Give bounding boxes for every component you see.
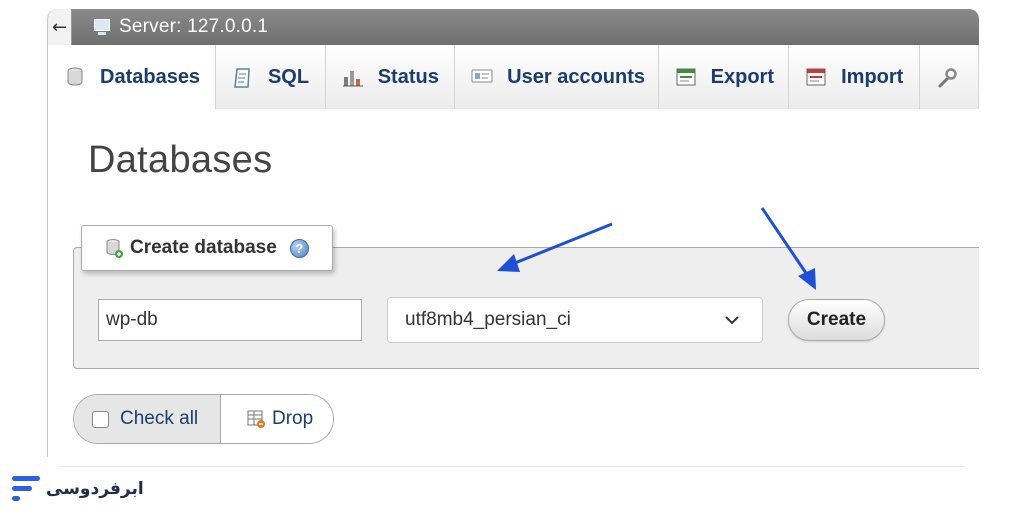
create-database-legend: Create database ? <box>81 225 333 271</box>
drop-table-icon <box>246 409 266 429</box>
sql-icon <box>232 67 254 88</box>
drop-label: Drop <box>272 408 314 429</box>
legend-label: Create database <box>130 237 277 258</box>
check-all-button[interactable]: Check all <box>74 395 220 443</box>
check-all-checkbox[interactable] <box>92 410 109 428</box>
bulk-actions: Check all Drop <box>73 394 334 444</box>
collation-select[interactable]: utf8mb4_persian_ci <box>387 297 763 343</box>
import-icon <box>805 67 827 87</box>
app-window: ← Server: 127.0.0.1 Databases SQL Status <box>47 9 979 457</box>
brand-name: ابرفردوسی <box>46 479 144 499</box>
tab-databases[interactable]: Databases <box>48 45 216 110</box>
brand-logo: ابرفردوسی <box>12 476 144 502</box>
tab-status[interactable]: Status <box>325 45 456 109</box>
server-breadcrumb[interactable]: Server: 127.0.0.1 <box>119 16 268 38</box>
check-all-label: Check all <box>120 408 199 429</box>
export-icon <box>675 67 697 87</box>
tab-sql[interactable]: SQL <box>215 45 326 109</box>
page-title: Databases <box>88 139 273 181</box>
drop-button[interactable]: Drop <box>220 395 333 443</box>
collation-selected-value: utf8mb4_persian_ci <box>405 309 571 330</box>
chevron-down-icon <box>724 312 740 334</box>
main-tabs: Databases SQL Status User accounts Expor… <box>48 45 979 110</box>
server-titlebar: ← Server: 127.0.0.1 <box>48 9 979 45</box>
tab-user-accounts[interactable]: User accounts <box>455 45 659 109</box>
status-chart-icon <box>342 67 364 87</box>
tab-label: Status <box>377 65 439 88</box>
tab-label: Import <box>841 65 904 88</box>
brand-mark-icon <box>12 476 40 502</box>
database-name-input[interactable] <box>98 299 362 341</box>
create-button[interactable]: Create <box>788 299 885 341</box>
wrench-icon <box>936 67 958 88</box>
tab-label: Export <box>710 65 774 88</box>
help-icon[interactable]: ? <box>289 238 309 258</box>
user-accounts-icon <box>471 67 493 87</box>
collapse-panel-button[interactable]: ← <box>48 9 72 45</box>
tab-label: SQL <box>267 65 310 88</box>
database-icon <box>64 67 86 87</box>
add-database-icon <box>104 237 124 259</box>
tab-settings[interactable] <box>919 45 979 109</box>
tab-label: User accounts <box>507 65 646 88</box>
tab-export[interactable]: Export <box>658 45 790 109</box>
tab-label: Databases <box>100 65 201 88</box>
server-icon <box>92 18 112 36</box>
tab-import[interactable]: Import <box>789 45 920 109</box>
footer-divider <box>60 466 965 467</box>
